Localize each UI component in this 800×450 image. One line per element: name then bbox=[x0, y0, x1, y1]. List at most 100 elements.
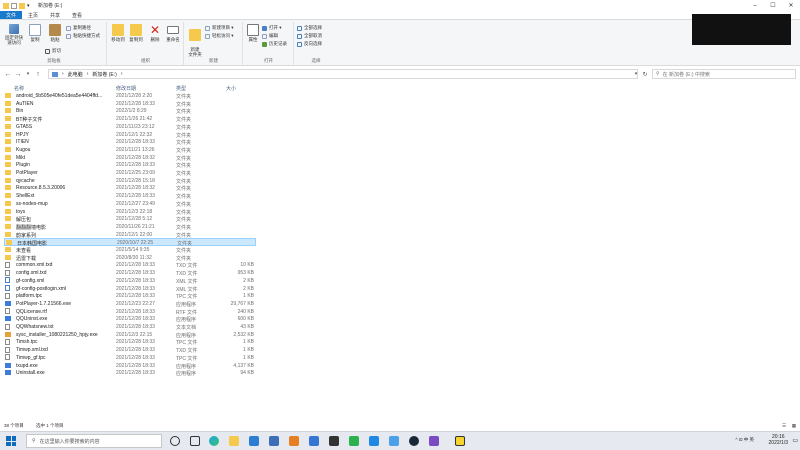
app-icon-blue[interactable] bbox=[389, 436, 399, 446]
mail-icon[interactable] bbox=[269, 436, 279, 446]
file-row[interactable]: config.xml.txd 2021/12/28 18:33 TXD 文件 953 … bbox=[4, 269, 256, 277]
large-icons-view-icon[interactable]: ▦ bbox=[792, 423, 796, 429]
details-view-icon[interactable]: ☰ bbox=[782, 423, 786, 429]
file-row[interactable]: common.xml.txd 2021/12/28 18:33 TXD 文件 10 K… bbox=[4, 261, 256, 269]
column-type[interactable]: 类型 bbox=[176, 85, 186, 92]
notification-icon[interactable]: ▭ bbox=[792, 437, 798, 444]
easy-access-button[interactable]: 轻松访问 ▾ bbox=[205, 33, 234, 39]
task-view-icon[interactable] bbox=[190, 436, 200, 446]
app-icon-orange[interactable] bbox=[289, 436, 299, 446]
cortana-icon[interactable] bbox=[170, 436, 180, 446]
file-row[interactable]: QQLicense.rtf 2021/12/28 18:33 RTF 文件 240 K… bbox=[4, 308, 256, 316]
close-button[interactable]: ✕ bbox=[782, 0, 800, 11]
tab-view[interactable]: 查看 bbox=[66, 11, 88, 19]
copy-button[interactable]: 复制 bbox=[26, 24, 44, 42]
move-to-button[interactable]: 移动到 bbox=[109, 24, 127, 42]
new-folder-button[interactable]: 新建 文件夹 bbox=[186, 24, 204, 57]
file-row[interactable]: 日本韩国电影 2020/10/7 22:25 文件夹 bbox=[4, 238, 256, 247]
column-name[interactable]: 名称 bbox=[14, 85, 24, 92]
copy-to-button[interactable]: 复制到 bbox=[127, 24, 145, 42]
store-icon[interactable] bbox=[249, 436, 259, 446]
file-row[interactable]: ITIEN 2021/12/28 18:33 文件夹 bbox=[4, 138, 256, 146]
select-all-button[interactable]: 全部选择 bbox=[297, 25, 322, 31]
system-tray[interactable]: ^ ⊡ 中 英 bbox=[735, 437, 754, 450]
file-row[interactable]: ss-nodes-mup 2021/12/27 23:49 文件夹 bbox=[4, 200, 256, 208]
file-row[interactable]: BT种子文件 2021/1/26 21:42 文件夹 bbox=[4, 115, 256, 123]
breadcrumb-drive[interactable]: 新加卷 (E:) bbox=[92, 71, 116, 78]
address-box[interactable]: › 此电脑 › 新加卷 (E:) › bbox=[48, 69, 638, 79]
history-button[interactable]: 历史记录 bbox=[262, 41, 287, 47]
rename-button[interactable]: 重命名 bbox=[164, 24, 182, 42]
file-row[interactable]: Timwp.xml.txd 2021/12/28 18:33 TXD 文件 1 KB bbox=[4, 346, 256, 354]
file-row[interactable]: QQUninst.exe 2021/12/28 18:33 应用程序 600 KB bbox=[4, 315, 256, 323]
clock[interactable]: 20:16 2022/1/3 bbox=[769, 434, 788, 446]
maximize-button[interactable]: ☐ bbox=[764, 0, 782, 11]
file-row[interactable]: HPJY 2021/12/1 22:32 文件夹 bbox=[4, 131, 256, 139]
breadcrumb-pc[interactable]: 此电脑 bbox=[68, 71, 83, 78]
paste-button[interactable]: 粘贴 bbox=[46, 24, 64, 42]
start-button[interactable] bbox=[6, 436, 16, 446]
edge-icon[interactable] bbox=[209, 436, 219, 446]
file-row[interactable]: 解压包 2021/12/28 5:12 文件夹 bbox=[4, 215, 256, 223]
file-row[interactable]: gf-config-postlogin.xml 2021/12/28 18:33 X… bbox=[4, 285, 256, 293]
app-icon-dark[interactable] bbox=[329, 436, 339, 446]
properties-icon[interactable] bbox=[11, 2, 17, 9]
file-row[interactable]: toys 2021/12/3 22:18 文件夹 bbox=[4, 208, 256, 216]
file-row[interactable]: Plugin 2021/12/28 18:33 文件夹 bbox=[4, 161, 256, 169]
file-row[interactable]: AuTIEN 2021/12/28 18:33 文件夹 bbox=[4, 100, 256, 108]
tab-file[interactable]: 文件 bbox=[0, 11, 23, 19]
file-row[interactable]: Timwp_gf.tpc 2021/12/28 18:33 TPC 文件 1 KB bbox=[4, 354, 256, 362]
up-button[interactable]: ↑ bbox=[33, 71, 43, 78]
invert-selection-button[interactable]: 反向选择 bbox=[297, 41, 322, 47]
file-row[interactable]: 迅雷下载 2020/8/30 11:32 文件夹 bbox=[4, 254, 256, 262]
properties-button[interactable]: 属性 bbox=[244, 24, 262, 42]
app-icon-green[interactable] bbox=[349, 436, 359, 446]
app-icon-purple[interactable] bbox=[429, 436, 439, 446]
chevron-down-icon[interactable]: ▾ bbox=[27, 3, 32, 9]
file-row[interactable]: Mikt 2021/12/28 18:32 文件夹 bbox=[4, 154, 256, 162]
tab-home[interactable]: 主页 bbox=[22, 11, 44, 19]
new-item-button[interactable]: 新建项目 ▾ bbox=[205, 25, 234, 31]
file-row[interactable]: GTA5S 2021/11/23 23:12 文件夹 bbox=[4, 123, 256, 131]
file-row[interactable]: 韵家系列 2021/12/1 22:00 文件夹 bbox=[4, 231, 256, 239]
pin-quick-access-button[interactable]: 固定到快速访问 bbox=[3, 24, 25, 45]
file-row[interactable]: Resource.8.5.3.20006 2021/12/28 18:32 文件夹 bbox=[4, 184, 256, 192]
file-row[interactable]: Uninstall.exe 2021/12/28 18:33 应用程序 94 KB bbox=[4, 369, 256, 377]
new-folder-icon[interactable] bbox=[19, 2, 25, 9]
delete-button[interactable]: ✕ 删除 bbox=[146, 24, 164, 42]
file-row[interactable]: PotPlayer 2021/12/25 23:09 文件夹 bbox=[4, 169, 256, 177]
paste-shortcut-button[interactable]: 粘贴快捷方式 bbox=[66, 33, 100, 39]
minimize-button[interactable]: – bbox=[746, 0, 764, 11]
steam-icon[interactable] bbox=[409, 436, 419, 446]
select-none-button[interactable]: 全部取消 bbox=[297, 33, 322, 39]
file-row[interactable]: Bin 2022/1/2 8:29 文件夹 bbox=[4, 107, 256, 115]
file-row[interactable]: PotPlayer-1.7.21566.exe 2021/12/23 22:27 应… bbox=[4, 300, 256, 308]
file-row[interactable]: Timsh.tpc 2021/12/28 18:33 TPC 文件 1 KB bbox=[4, 338, 256, 346]
refresh-button[interactable]: ↻ bbox=[640, 71, 650, 78]
column-size[interactable]: 大小 bbox=[226, 85, 236, 92]
file-explorer-icon[interactable] bbox=[229, 436, 239, 446]
file-row[interactable]: gf-config.xml 2021/12/28 18:33 XML 文件 2 KB bbox=[4, 277, 256, 285]
column-date[interactable]: 修改日期 bbox=[116, 85, 136, 92]
open-button[interactable]: 打开 ▾ bbox=[262, 25, 282, 31]
file-row[interactable]: android_5b505e40fe51dea5e4404ffd... 2021/… bbox=[4, 92, 256, 100]
file-row[interactable]: qycache 2021/12/28 15:18 文件夹 bbox=[4, 177, 256, 185]
file-row[interactable]: 未查看 2021/5/14 9:35 文件夹 bbox=[4, 246, 256, 254]
recent-locations-button[interactable]: ▾ bbox=[23, 71, 33, 77]
cut-button[interactable]: 剪切 bbox=[45, 48, 61, 54]
forward-button[interactable]: → bbox=[13, 71, 23, 78]
tab-share[interactable]: 共享 bbox=[44, 11, 66, 19]
file-row[interactable]: ShellExt 2021/12/28 18:33 文件夹 bbox=[4, 192, 256, 200]
edit-button[interactable]: 编辑 bbox=[262, 33, 278, 39]
app-icon-paw[interactable] bbox=[309, 436, 319, 446]
copy-path-button[interactable]: 复制路径 bbox=[66, 25, 91, 31]
taskbar-search[interactable]: ⚲ 在这里输入你要搜索的内容 bbox=[26, 434, 162, 448]
file-row[interactable]: QQWhatsnew.txt 2021/12/28 18:33 文本文档 43 KB bbox=[4, 323, 256, 331]
search-input[interactable]: ⚲ 在 新加卷 (E:) 中搜索 bbox=[652, 69, 796, 79]
back-button[interactable]: ← bbox=[3, 71, 13, 78]
app-icon-bird[interactable] bbox=[369, 436, 379, 446]
file-row[interactable]: 翻翻翻墙电影 2020/11/26 21:21 文件夹 bbox=[4, 223, 256, 231]
file-row[interactable]: txupd.exe 2021/12/28 18:33 应用程序 4,137 KB bbox=[4, 362, 256, 370]
app-icon-yellow[interactable] bbox=[455, 436, 465, 446]
file-row[interactable]: sysc_installer_1080221250_hpjy.exe 2021/1… bbox=[4, 331, 256, 339]
